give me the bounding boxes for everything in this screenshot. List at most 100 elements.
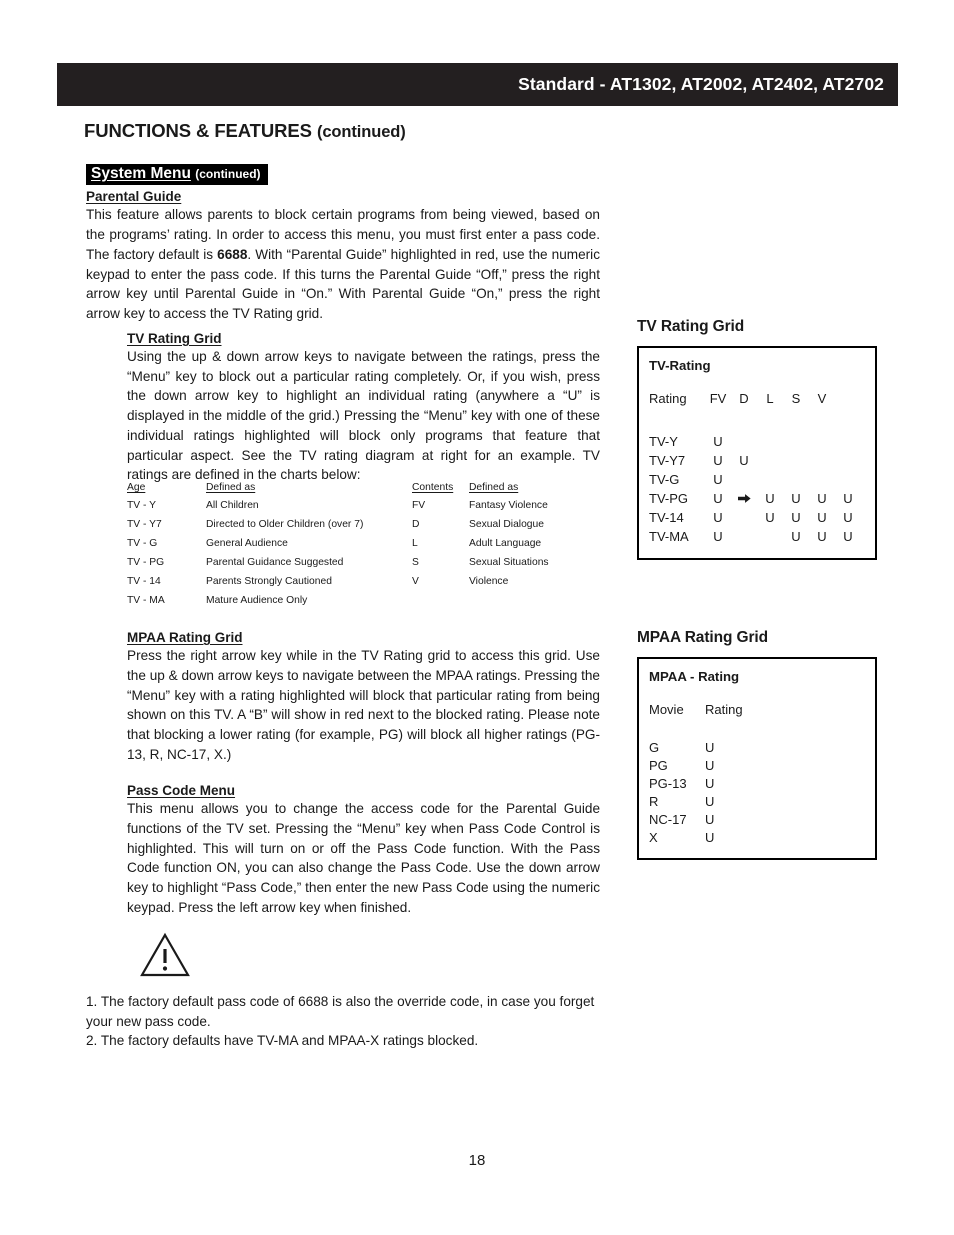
tv-rating-cell[interactable]: U	[705, 508, 731, 527]
tv-rating-grid-panel: TV Rating Grid TV-Rating Rating FV D L S…	[637, 318, 877, 560]
tv-rating-row[interactable]: TV-MA U U U U	[649, 527, 861, 546]
mpaa-row-value[interactable]: U	[705, 774, 743, 792]
mpaa-rating-grid-title: MPAA Rating Grid	[637, 629, 769, 646]
mpaa-rating-grid-text-block: MPAA Rating Grid Press the right arrow k…	[127, 626, 600, 765]
tv-rating-header-row: Rating FV D L S V	[649, 389, 861, 432]
tv-rating-row[interactable]: TV-Y U	[649, 432, 861, 451]
tv-rating-row-label: TV-Y7	[649, 453, 686, 468]
tv-rating-cell[interactable]	[731, 432, 757, 451]
mpaa-row-value[interactable]: U	[705, 756, 743, 774]
tv-rating-grid-text-block: TV Rating Grid Using the up & down arrow…	[127, 331, 600, 485]
table-row: TV - PG Parental Guidance Suggested	[127, 557, 363, 576]
age-desc: Parental Guidance Suggested	[206, 557, 344, 568]
tv-rating-cell[interactable]	[783, 470, 809, 489]
tv-rating-cell[interactable]	[783, 451, 809, 470]
right-arrow-cursor-icon	[737, 494, 751, 503]
tv-rating-cell[interactable]	[809, 451, 835, 470]
tv-rating-cell[interactable]: U	[783, 527, 809, 546]
page-title-main: FUNCTIONS & FEATURES	[84, 120, 312, 141]
tv-rating-cell[interactable]: U	[835, 527, 861, 546]
tv-rating-cell[interactable]	[731, 527, 757, 546]
age-key: TV - MA	[127, 595, 165, 606]
tv-rating-cursor-cell[interactable]	[731, 489, 757, 508]
mpaa-rating-box-title: MPAA - Rating	[649, 669, 740, 684]
tv-rating-row-selected[interactable]: TV-PG U U U U U	[649, 489, 861, 508]
age-key: TV - Y7	[127, 519, 162, 530]
mpaa-row[interactable]: RU	[649, 792, 743, 810]
paragraph-pass-code-menu: This menu allows you to change the acces…	[127, 801, 600, 915]
age-desc: All Children	[206, 500, 259, 511]
tv-rating-row[interactable]: TV-G U	[649, 470, 861, 489]
tv-rating-cell[interactable]: U	[705, 451, 731, 470]
page-title-continued: (continued)	[316, 123, 406, 141]
mpaa-row-value[interactable]: U	[705, 738, 743, 756]
tv-rating-grid-title: TV Rating Grid	[637, 318, 745, 335]
mpaa-row[interactable]: XU	[649, 828, 743, 846]
tv-rating-cell[interactable]: U	[809, 489, 835, 508]
table-row: TV - Y7 Directed to Older Children (over …	[127, 519, 363, 538]
contents-key: FV	[412, 500, 426, 511]
warning-triangle-wrapper	[139, 932, 191, 983]
table-row: TV - 14 Parents Strongly Cautioned	[127, 576, 363, 595]
contents-definition-chart: Contents Defined as FV Fantasy Violence D…	[412, 482, 627, 614]
tv-rating-cell[interactable]	[757, 470, 783, 489]
mpaa-row[interactable]: GU	[649, 738, 743, 756]
age-key: TV - 14	[127, 576, 161, 587]
tv-rating-cell[interactable]: U	[757, 489, 783, 508]
tv-rating-row[interactable]: TV-Y7 U U	[649, 451, 861, 470]
tv-rating-cell[interactable]	[731, 508, 757, 527]
mpaa-col-header-rating: Rating	[705, 701, 743, 717]
heading-parental-guide: Parental Guide	[86, 189, 182, 205]
tv-rating-cell[interactable]: U	[809, 527, 835, 546]
contents-key: V	[412, 576, 419, 587]
tv-rating-cell[interactable]	[757, 451, 783, 470]
tv-rating-cell[interactable]: U	[835, 489, 861, 508]
tv-rating-col-d: D	[739, 391, 749, 406]
mpaa-row-label: R	[649, 793, 659, 809]
tv-rating-cell[interactable]	[731, 470, 757, 489]
tv-rating-cell[interactable]	[809, 470, 835, 489]
table-row: TV - G General Audience	[127, 538, 363, 557]
tv-rating-cell[interactable]: U	[705, 527, 731, 546]
footnotes: 1. The factory default pass code of 6688…	[86, 992, 600, 1051]
tv-rating-cell[interactable]: U	[705, 470, 731, 489]
table-header-row: Age Defined as	[127, 482, 363, 500]
table-row: L Adult Language	[412, 538, 549, 557]
tv-rating-row-label: TV-PG	[649, 491, 689, 506]
mpaa-row-value[interactable]: U	[705, 792, 743, 810]
mpaa-row-label: NC-17	[649, 811, 687, 827]
mpaa-row[interactable]: PG U	[649, 756, 743, 774]
page-number: 18	[468, 1152, 486, 1169]
tv-rating-cell[interactable]: U	[809, 508, 835, 527]
mpaa-row[interactable]: PG-13 U	[649, 774, 743, 792]
tv-rating-cell[interactable]: U	[705, 489, 731, 508]
tv-rating-col-s: S	[791, 391, 801, 406]
mpaa-row-value[interactable]: U	[705, 828, 743, 846]
age-definition-chart: Age Defined as TV - Y All Children TV - Y…	[127, 482, 412, 614]
table-row: D Sexual Dialogue	[412, 519, 549, 538]
tv-rating-row[interactable]: TV-14 U U U U U	[649, 508, 861, 527]
paragraph-mpaa-rating-grid: Press the right arrow key while in the T…	[127, 648, 600, 762]
table-row: S Sexual Situations	[412, 557, 549, 576]
paragraph-tv-rating-grid: Using the up & down arrow keys to naviga…	[127, 348, 600, 483]
tv-rating-cell[interactable]: U	[705, 432, 731, 451]
tv-rating-cell[interactable]	[809, 432, 835, 451]
mpaa-row-value[interactable]: U	[705, 810, 743, 828]
tv-rating-cell[interactable]	[757, 432, 783, 451]
age-col-header-defined: Defined as	[206, 482, 256, 493]
age-desc: Directed to Older Children (over 7)	[206, 519, 364, 530]
table-row: FV Fantasy Violence	[412, 500, 549, 519]
tv-rating-cell[interactable]: U	[783, 508, 809, 527]
tv-rating-cell[interactable]: U	[731, 451, 757, 470]
age-desc: Mature Audience Only	[206, 595, 308, 606]
tv-rating-cell[interactable]: U	[757, 508, 783, 527]
mpaa-rating-table: Movie Rating GU PG U PG-13 U RU NC-17 U XU	[649, 700, 743, 846]
mpaa-row[interactable]: NC-17 U	[649, 810, 743, 828]
tv-rating-cell[interactable]	[757, 527, 783, 546]
tv-rating-row-label: TV-14	[649, 510, 684, 525]
tv-rating-cell[interactable]	[783, 432, 809, 451]
contents-key: L	[412, 538, 418, 549]
tv-rating-cell[interactable]: U	[835, 508, 861, 527]
tv-rating-cell[interactable]: U	[783, 489, 809, 508]
contents-col-header-contents: Contents	[412, 482, 454, 493]
